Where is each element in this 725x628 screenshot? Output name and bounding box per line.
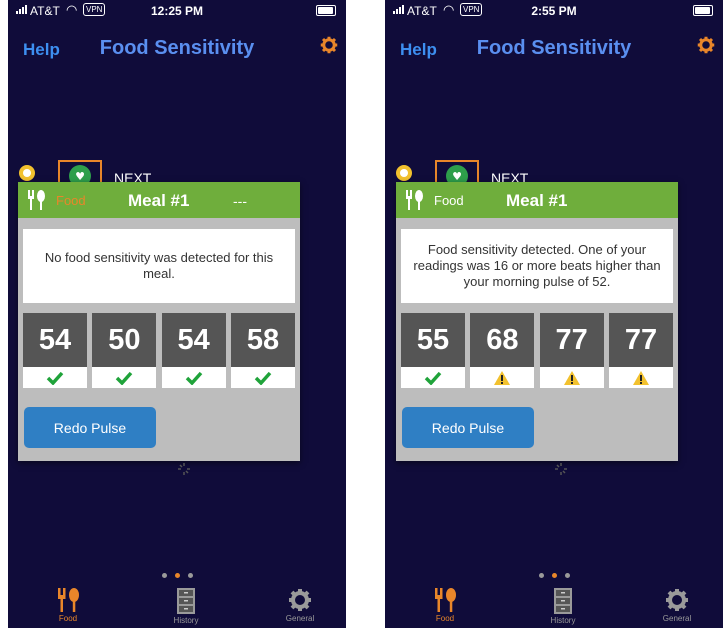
tab-history-label: History (550, 616, 576, 625)
pulse-reading: 50 (92, 313, 157, 388)
page-indicator (385, 573, 723, 578)
pulse-readings: 54 50 54 58 (23, 313, 295, 388)
card-header: Food Meal #1 (396, 182, 678, 218)
check-icon (92, 367, 157, 388)
status-bar: AT&T ◠ VPN 12:25 PM (8, 0, 346, 22)
page-dot-active[interactable] (551, 573, 557, 578)
redo-pulse-button[interactable]: Redo Pulse (402, 407, 534, 448)
status-bar: AT&T ◠ VPN 2:55 PM (385, 0, 723, 22)
loading-spinner-icon (554, 462, 568, 481)
warning-icon (608, 367, 673, 388)
page-indicator (8, 573, 346, 578)
result-message: No food sensitivity was detected for thi… (23, 229, 295, 303)
loading-spinner-icon (177, 462, 191, 481)
phone-screen-right: AT&T ◠ VPN 2:55 PM Help Food Sensitivity… (385, 0, 723, 628)
gear-icon (637, 588, 717, 614)
pulse-value: 77 (539, 313, 604, 367)
page-dot[interactable] (564, 573, 570, 578)
pulse-value: 54 (161, 313, 226, 367)
check-icon (161, 367, 226, 388)
meal-dash: --- (233, 193, 247, 209)
battery-icon (693, 5, 713, 16)
file-cabinet-icon (146, 588, 226, 616)
meal-title: Meal #1 (506, 191, 568, 210)
pulse-reading: 68 (470, 313, 535, 388)
page-title: Food Sensitivity (476, 37, 632, 59)
battery-icon (316, 5, 336, 16)
fork-spoon-icon (404, 190, 426, 215)
status-time: 12:25 PM (150, 4, 204, 18)
meal-result-card: Food Meal #1 Food sensitivity detected. … (396, 182, 678, 461)
status-time: 2:55 PM (531, 4, 577, 18)
tab-food[interactable]: Food (28, 588, 108, 623)
pulse-value: 68 (470, 313, 535, 367)
pulse-value: 55 (401, 313, 465, 367)
meal-result-card: Food Meal #1 --- No food sensitivity was… (18, 182, 300, 461)
page-dot-active[interactable] (174, 573, 180, 578)
check-icon (230, 367, 295, 388)
pulse-readings: 55 68 77 77 (401, 313, 673, 388)
page-dot[interactable] (538, 573, 544, 578)
check-icon (401, 367, 465, 388)
tab-food-label: Food (58, 614, 78, 623)
page-title: Food Sensitivity (99, 37, 255, 59)
food-label: Food (56, 193, 86, 208)
fork-spoon-icon (405, 588, 485, 614)
gear-icon (260, 588, 340, 614)
check-icon (23, 367, 87, 388)
tab-bar: Food History General (385, 588, 723, 628)
phone-screen-left: AT&T ◠ VPN 12:25 PM Help Food Sensitivit… (8, 0, 346, 628)
pulse-reading: 77 (539, 313, 604, 388)
pulse-reading: 54 (23, 313, 87, 388)
tab-food-label: Food (435, 614, 455, 623)
pulse-reading: 55 (401, 313, 465, 388)
tab-general[interactable]: General (637, 588, 717, 623)
pulse-value: 58 (230, 313, 295, 367)
tab-history[interactable]: History (523, 588, 603, 625)
fork-spoon-icon (26, 190, 48, 215)
tab-general[interactable]: General (260, 588, 340, 623)
tab-general-label: General (662, 614, 692, 623)
nav-bar: Help Food Sensitivity (8, 26, 346, 70)
card-header: Food Meal #1 --- (18, 182, 300, 218)
settings-gear-icon[interactable] (320, 36, 338, 59)
meal-title: Meal #1 (128, 191, 190, 210)
warning-icon (470, 367, 535, 388)
pulse-value: 54 (23, 313, 87, 367)
tab-history-label: History (173, 616, 199, 625)
fork-spoon-icon (28, 588, 108, 614)
file-cabinet-icon (523, 588, 603, 616)
page-dot[interactable] (161, 573, 167, 578)
pulse-reading: 58 (230, 313, 295, 388)
nav-bar: Help Food Sensitivity (385, 26, 723, 70)
page-dot[interactable] (187, 573, 193, 578)
food-label: Food (434, 193, 464, 208)
result-message: Food sensitivity detected. One of your r… (401, 229, 673, 303)
tab-food[interactable]: Food (405, 588, 485, 623)
pulse-value: 50 (92, 313, 157, 367)
settings-gear-icon[interactable] (697, 36, 715, 59)
warning-icon (539, 367, 604, 388)
pulse-value: 77 (608, 313, 673, 367)
redo-pulse-button[interactable]: Redo Pulse (24, 407, 156, 448)
tab-history[interactable]: History (146, 588, 226, 625)
pulse-reading: 77 (608, 313, 673, 388)
tab-bar: Food History General (8, 588, 346, 628)
pulse-reading: 54 (161, 313, 226, 388)
tab-general-label: General (285, 614, 315, 623)
